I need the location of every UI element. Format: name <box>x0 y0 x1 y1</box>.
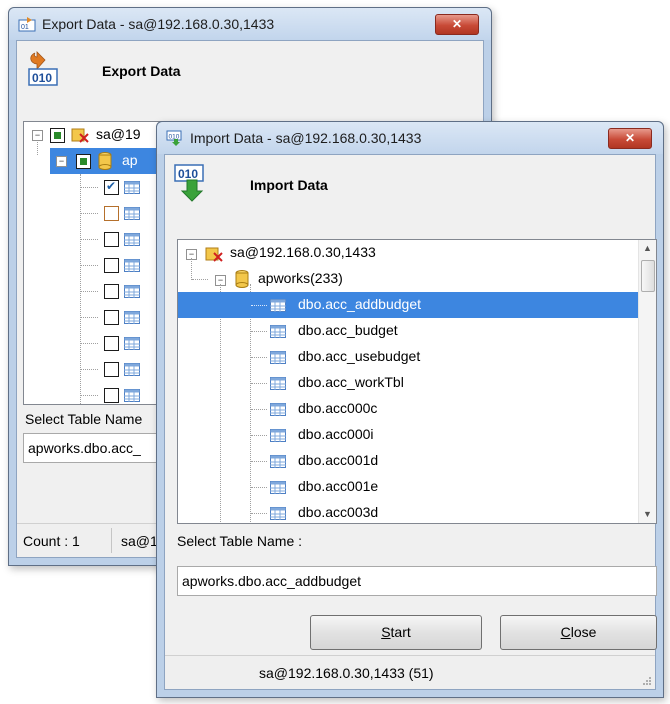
table-name: dbo.acc_usebudget <box>298 348 421 364</box>
table-name: dbo.acc001d <box>298 452 379 468</box>
import-window-icon: 010 <box>166 130 182 146</box>
table-checkbox[interactable] <box>104 206 119 221</box>
export-select-table-label: Select Table Name <box>25 411 143 427</box>
svg-text:01: 01 <box>21 24 29 31</box>
svg-text:010: 010 <box>32 71 52 85</box>
import-statusbar: sa@192.168.0.30,1433 (51) <box>165 655 655 689</box>
import-data-icon: 010 <box>174 164 204 202</box>
import-table-name-field[interactable] <box>177 566 657 596</box>
table-icon <box>124 337 140 350</box>
table-icon <box>270 351 286 364</box>
database-icon <box>98 152 112 170</box>
start-button[interactable]: Start <box>310 615 482 650</box>
import-server-label: sa@192.168.0.30,1433 <box>230 244 376 260</box>
table-name: dbo.acc_workTbl <box>298 374 404 390</box>
table-checkbox[interactable] <box>104 336 119 351</box>
table-checkbox[interactable] <box>104 232 119 247</box>
close-accelerator: C <box>560 624 571 640</box>
table-name: dbo.acc003d <box>298 504 379 520</box>
import-table-row[interactable]: dbo.acc001e <box>178 474 638 500</box>
table-checkbox[interactable] <box>104 388 119 403</box>
table-checkbox[interactable] <box>104 258 119 273</box>
database-icon <box>235 270 249 288</box>
import-header: 010 Import Data <box>165 155 655 215</box>
import-table-row[interactable]: dbo.acc000i <box>178 422 638 448</box>
import-table-row[interactable]: dbo.acc_budget <box>178 318 638 344</box>
close-button[interactable]: Close <box>500 615 657 650</box>
import-database-label: apworks(233) <box>258 270 343 286</box>
export-close-button[interactable]: ✕ <box>435 14 479 35</box>
table-icon <box>124 233 140 246</box>
table-icon <box>270 455 286 468</box>
collapse-icon[interactable]: − <box>32 130 43 141</box>
table-icon <box>270 377 286 390</box>
import-table-row[interactable]: dbo.acc_workTbl <box>178 370 638 396</box>
table-icon <box>270 403 286 416</box>
export-status-server: sa@1 <box>121 533 158 549</box>
export-window-icon: 01 <box>18 17 36 32</box>
import-table-row-selected[interactable]: dbo.acc_addbudget <box>178 292 638 318</box>
import-client-area: 010 Import Data − sa@192.168.0.30,1433 − <box>164 154 657 690</box>
import-table-tree[interactable]: − sa@192.168.0.30,1433 − apworks(233) db… <box>177 239 657 524</box>
scroll-down-arrow-icon[interactable]: ▼ <box>639 506 656 523</box>
table-name: dbo.acc_budget <box>298 322 398 338</box>
server-icon <box>205 247 223 262</box>
export-data-icon: 010 <box>28 51 58 86</box>
scrollbar-thumb[interactable] <box>641 260 655 292</box>
import-table-row[interactable]: dbo.acc003d <box>178 500 638 523</box>
import-data-window: 010 Import Data - sa@192.168.0.30,1433 ✕… <box>156 121 664 698</box>
scroll-up-arrow-icon[interactable]: ▲ <box>639 240 656 257</box>
import-close-button[interactable]: ✕ <box>608 128 652 149</box>
resize-grip-icon[interactable] <box>642 676 652 686</box>
import-select-table-label: Select Table Name : <box>177 533 303 549</box>
import-tree-scrollbar[interactable]: ▲ ▼ <box>638 240 656 523</box>
table-icon <box>270 429 286 442</box>
table-checkbox[interactable] <box>104 284 119 299</box>
table-icon <box>270 507 286 520</box>
table-icon <box>124 181 140 194</box>
table-icon <box>124 259 140 272</box>
table-checkbox[interactable] <box>104 362 119 377</box>
table-name: dbo.acc001e <box>298 478 379 494</box>
table-icon <box>124 285 140 298</box>
export-database-label: ap <box>122 152 138 168</box>
import-titlebar[interactable]: 010 Import Data - sa@192.168.0.30,1433 ✕ <box>157 122 663 154</box>
table-icon <box>124 389 140 402</box>
table-name: dbo.acc_addbudget <box>298 296 421 312</box>
start-accelerator: S <box>381 624 391 640</box>
import-server-node[interactable]: − sa@192.168.0.30,1433 <box>178 240 638 266</box>
export-window-title: Export Data - sa@192.168.0.30,1433 <box>42 16 275 32</box>
import-status-server: sa@192.168.0.30,1433 (51) <box>259 665 434 681</box>
table-checkbox[interactable] <box>104 179 119 195</box>
table-icon <box>124 311 140 324</box>
server-checkbox[interactable] <box>50 128 65 143</box>
import-table-row[interactable]: dbo.acc_usebudget <box>178 344 638 370</box>
export-status-count: Count : 1 <box>23 533 80 549</box>
import-window-title: Import Data - sa@192.168.0.30,1433 <box>190 130 422 146</box>
table-icon <box>270 299 286 312</box>
export-header-title: Export Data <box>102 63 181 79</box>
table-icon <box>124 363 140 376</box>
import-database-node[interactable]: − apworks(233) <box>178 266 638 292</box>
table-checkbox[interactable] <box>104 310 119 325</box>
server-icon <box>71 128 89 143</box>
table-name: dbo.acc000c <box>298 400 378 416</box>
export-titlebar[interactable]: 01 Export Data - sa@192.168.0.30,1433 ✕ <box>9 8 491 40</box>
table-icon <box>124 207 140 220</box>
import-header-title: Import Data <box>250 177 328 193</box>
import-table-row[interactable]: dbo.acc001d <box>178 448 638 474</box>
table-icon <box>270 481 286 494</box>
import-table-row[interactable]: dbo.acc000c <box>178 396 638 422</box>
import-table-name-input[interactable] <box>178 567 656 595</box>
svg-text:010: 010 <box>178 167 198 181</box>
collapse-icon[interactable]: − <box>56 156 67 167</box>
export-header: 010 Export Data <box>17 41 483 101</box>
table-name: dbo.acc000i <box>298 426 374 442</box>
database-checkbox[interactable] <box>76 154 91 169</box>
table-icon <box>270 325 286 338</box>
export-server-label: sa@19 <box>96 126 141 142</box>
